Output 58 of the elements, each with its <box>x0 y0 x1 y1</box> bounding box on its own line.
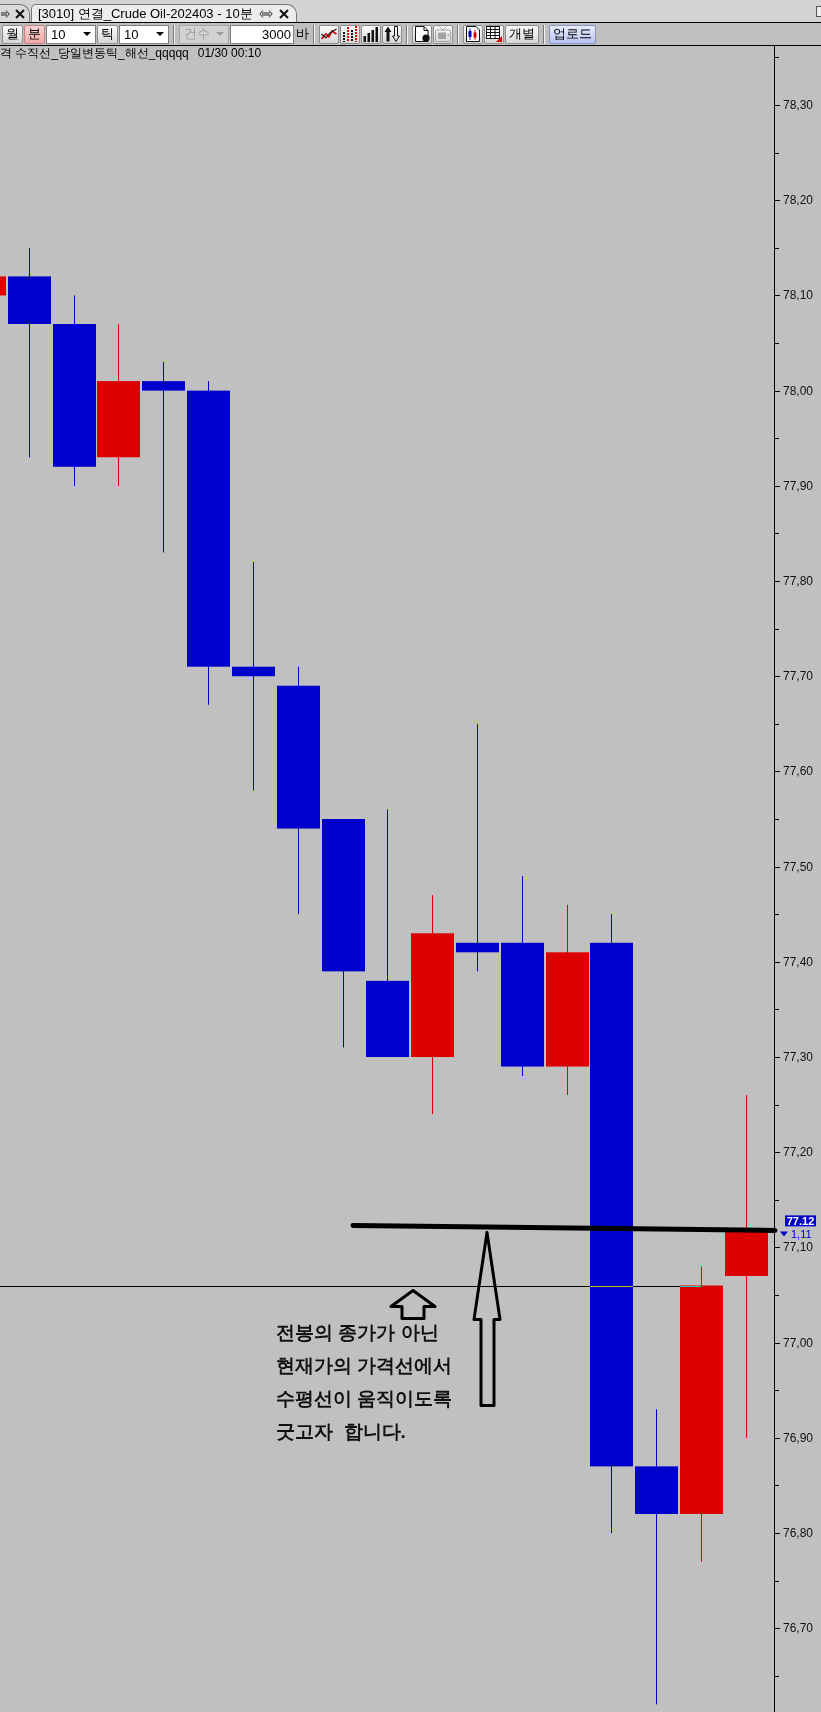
axis-label: 76,90 <box>783 1430 814 1445</box>
unit-label: 바 <box>296 25 309 43</box>
axis-label: 77,50 <box>783 859 814 874</box>
rising-bars-icon <box>363 26 379 42</box>
axis-label: 77,00 <box>783 1335 814 1350</box>
document-icon <box>414 26 430 42</box>
axis-label: 77,10 <box>783 1240 814 1255</box>
chart-legend: 격 수직선_당일변동틱_해선_qqqqq <box>0 47 189 60</box>
period-toggle-button[interactable]: 틱 <box>97 24 118 44</box>
axis-label: 77,90 <box>783 478 814 493</box>
axis-label: 77,70 <box>783 669 814 684</box>
toolbar-button[interactable] <box>319 24 339 44</box>
small-up-arrow <box>389 1289 437 1320</box>
axis-label: 77,20 <box>783 1145 814 1160</box>
period-toggle-button[interactable]: 분 <box>24 24 45 44</box>
price-badge: 77.12 <box>785 1214 816 1227</box>
document-tab[interactable] <box>0 4 30 22</box>
up-down-arrows-icon <box>384 26 400 42</box>
axis-label: 77,80 <box>783 574 814 588</box>
dropdown[interactable]: 10 <box>46 24 96 44</box>
toolbar-button[interactable] <box>484 24 504 44</box>
candlestick-icon <box>465 26 481 42</box>
axis-label: 76,80 <box>783 1526 814 1540</box>
annotation-text: 전봉의 종가가 아닌 현재가의 가격선에서 수평선이 움직이도록 굿고자 합니다. <box>276 1321 453 1444</box>
monitor-icon <box>435 26 451 42</box>
axis-label: 77,60 <box>783 764 814 779</box>
bar-count-input[interactable]: 3000 <box>230 24 294 44</box>
close-icon[interactable] <box>15 8 25 19</box>
caret-icon <box>216 32 224 36</box>
caret-icon <box>83 32 91 36</box>
period-toggle-button[interactable]: 월 <box>2 24 23 44</box>
price-change-label: 1,11 <box>791 1228 812 1241</box>
toolbar-button[interactable] <box>382 24 402 44</box>
grid-icon <box>486 26 502 42</box>
line-chart-icon <box>321 26 337 42</box>
axis-label: 77,40 <box>783 954 814 969</box>
document-tab[interactable]: [3010] 연결_Crude Oil-202403 - 10분 <box>31 4 297 22</box>
toolbar-text-button[interactable]: 업로드 <box>549 24 596 44</box>
axis-label: 77,30 <box>783 1050 814 1064</box>
caret-icon <box>156 32 164 36</box>
dotted-bars-icon <box>342 26 358 42</box>
toolbar-text-button[interactable]: 개별 <box>505 24 539 44</box>
toolbar-button[interactable] <box>361 24 381 44</box>
axis-label: 78,00 <box>783 383 814 398</box>
axis-label: 78,10 <box>783 288 814 303</box>
dropdown[interactable]: 10 <box>119 24 169 44</box>
toolbar-button[interactable] <box>340 24 360 44</box>
axis-label: 76,70 <box>783 1621 814 1636</box>
tab-scroll-button[interactable] <box>816 5 821 17</box>
axis-label: 78,30 <box>783 98 814 112</box>
close-icon[interactable] <box>278 8 289 19</box>
candlestick <box>0 276 6 296</box>
axis-label: 78,20 <box>783 193 814 208</box>
toolbar-button[interactable] <box>463 24 483 44</box>
right-arrow-icon <box>1 9 10 18</box>
double-arrow-icon <box>258 9 273 18</box>
toolbar-button[interactable] <box>412 24 432 44</box>
chart-timestamp: 01/30 00:10 <box>197 47 262 60</box>
